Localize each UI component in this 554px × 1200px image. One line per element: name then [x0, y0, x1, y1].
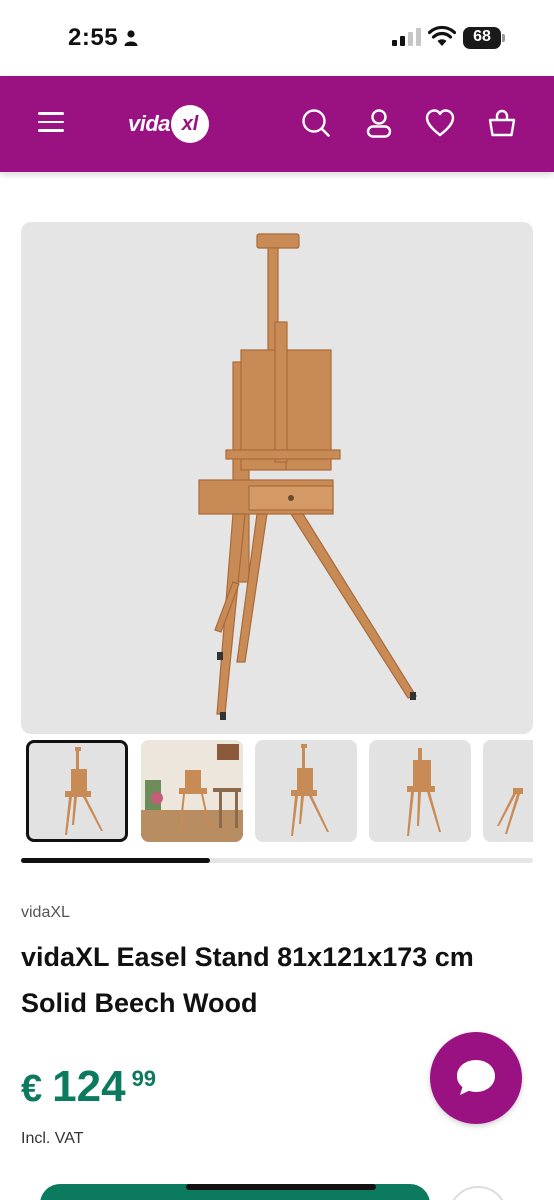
- price-currency: €: [21, 1068, 43, 1110]
- vidaxl-logo[interactable]: vida xl: [128, 104, 210, 144]
- wifi-icon: [428, 25, 456, 46]
- product-price: € 124 99: [21, 1062, 156, 1112]
- thumbnail-2[interactable]: [141, 740, 243, 842]
- person-icon: [124, 30, 138, 46]
- product-page: 2:55 68 vida xl vidaXL vidaXL Easel Stan…: [0, 0, 554, 1200]
- easel-image: [198, 233, 417, 720]
- chat-bubble-icon: [457, 1060, 495, 1095]
- menu-icon[interactable]: [38, 112, 64, 134]
- product-main-image[interactable]: [21, 222, 533, 734]
- thumbnail-4[interactable]: [369, 740, 471, 842]
- logo-badge: xl: [171, 105, 210, 143]
- thumbnail-3[interactable]: [255, 740, 357, 842]
- status-time: 2:55: [68, 24, 119, 51]
- home-indicator: [186, 1184, 376, 1190]
- battery-indicator: 68: [463, 27, 505, 49]
- signal-icon: [392, 28, 421, 46]
- product-title: vidaXL Easel Stand 81x121x173 cm Solid B…: [21, 942, 474, 1018]
- account-icon[interactable]: [364, 108, 394, 138]
- thumbnail-scrollbar[interactable]: [21, 858, 533, 863]
- product-brand[interactable]: vidaXL: [21, 904, 70, 922]
- heart-icon[interactable]: [425, 108, 455, 138]
- thumbnail-strip[interactable]: [21, 738, 533, 846]
- basket-icon[interactable]: [487, 108, 517, 138]
- site-header: vida xl: [0, 76, 554, 172]
- logo-text: vida: [128, 111, 171, 136]
- status-bar: 2:55 68: [0, 0, 554, 76]
- chat-button[interactable]: [430, 1032, 522, 1124]
- vat-note: Incl. VAT: [21, 1130, 84, 1147]
- search-icon[interactable]: [301, 108, 331, 138]
- scrollbar-thumb[interactable]: [21, 858, 210, 863]
- thumbnail-1[interactable]: [26, 740, 128, 842]
- price-cents: 99: [131, 1066, 157, 1091]
- thumbnail-5[interactable]: [483, 740, 533, 842]
- battery-level: 68: [473, 28, 491, 45]
- wishlist-button[interactable]: [448, 1186, 508, 1200]
- price-main: 124: [52, 1062, 126, 1111]
